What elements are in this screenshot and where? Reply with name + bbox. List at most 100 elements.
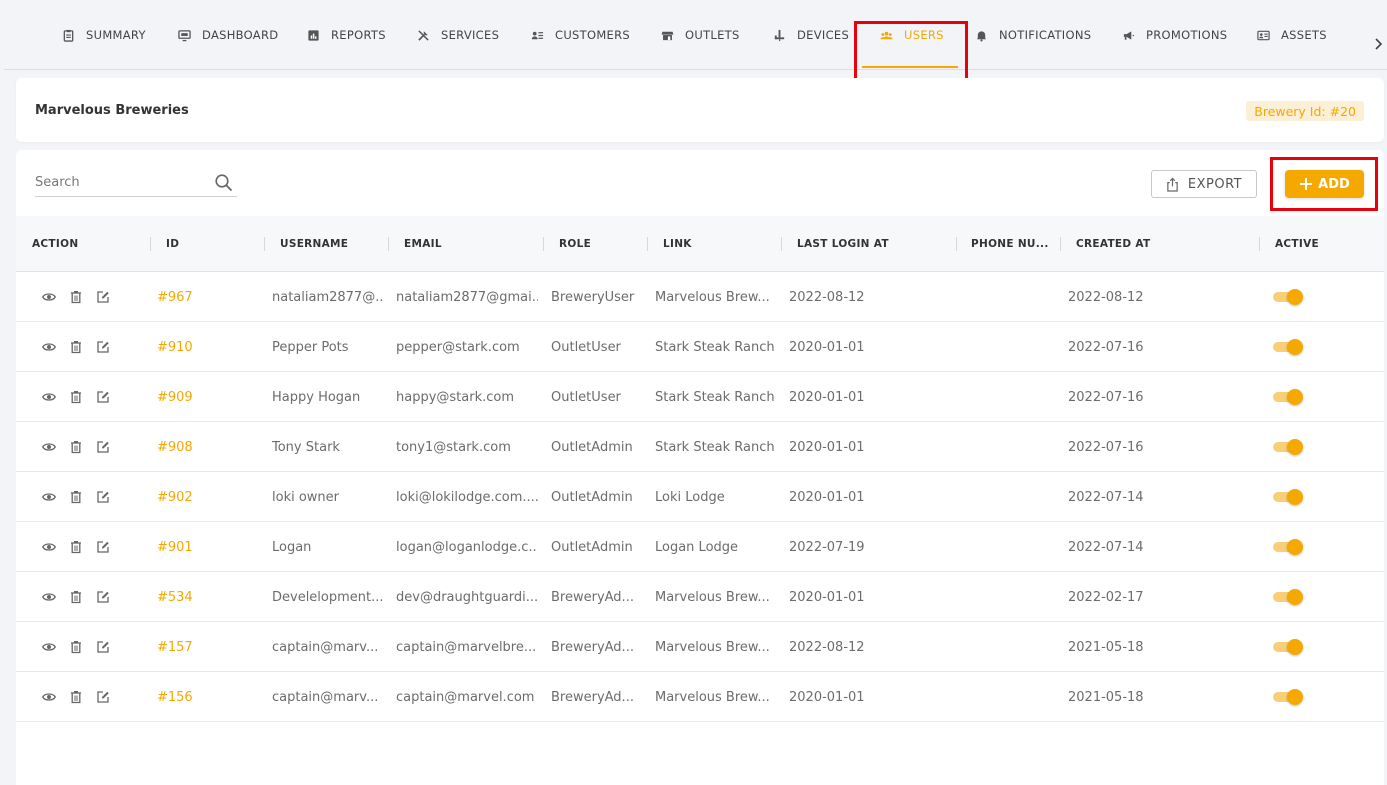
table-row[interactable]: #901 Logan logan@loganlodge.c... OutletAdmi… bbox=[16, 522, 1384, 572]
add-user-button[interactable]: ADD bbox=[1285, 170, 1364, 198]
column-header-email[interactable]: EMAIL bbox=[404, 216, 442, 272]
cell-user-id[interactable]: #967 bbox=[157, 272, 257, 322]
trash-icon[interactable] bbox=[69, 339, 83, 354]
tab-notifications[interactable]: NOTIFICATIONS bbox=[974, 0, 1091, 70]
cell-created-at: 2022-07-14 bbox=[1068, 489, 1144, 505]
column-header-phone[interactable]: PHONE NU... bbox=[971, 216, 1049, 272]
column-divider[interactable] bbox=[956, 237, 957, 251]
active-toggle[interactable] bbox=[1273, 339, 1303, 355]
edit-icon[interactable] bbox=[96, 639, 110, 653]
trash-icon[interactable] bbox=[69, 689, 83, 704]
trash-icon[interactable] bbox=[69, 289, 83, 304]
trash-icon[interactable] bbox=[69, 639, 83, 654]
column-divider[interactable] bbox=[1259, 237, 1260, 251]
trash-icon[interactable] bbox=[69, 389, 83, 404]
tab-services[interactable]: SERVICES bbox=[416, 0, 499, 70]
tab-summary[interactable]: SUMMARY bbox=[61, 0, 146, 70]
tab-promotions[interactable]: PROMOTIONS bbox=[1121, 0, 1227, 70]
eye-icon[interactable] bbox=[42, 539, 56, 553]
active-toggle[interactable] bbox=[1273, 639, 1303, 655]
trash-icon[interactable] bbox=[69, 539, 83, 554]
cell-user-id[interactable]: #902 bbox=[157, 472, 257, 522]
column-divider[interactable] bbox=[1060, 237, 1061, 251]
column-divider[interactable] bbox=[264, 237, 265, 251]
edit-icon[interactable] bbox=[96, 689, 110, 703]
cell-user-id[interactable]: #157 bbox=[157, 622, 257, 672]
search-input[interactable] bbox=[35, 175, 205, 190]
tab-devices[interactable]: DEVICES bbox=[772, 0, 849, 70]
edit-icon[interactable] bbox=[96, 289, 110, 303]
eye-icon[interactable] bbox=[42, 639, 56, 653]
edit-icon[interactable] bbox=[96, 539, 110, 553]
cell-user-id[interactable]: #910 bbox=[157, 322, 257, 372]
table-row[interactable]: #156 captain@marv... captain@marvel.com Bre… bbox=[16, 672, 1384, 722]
eye-icon[interactable] bbox=[42, 439, 56, 453]
edit-icon[interactable] bbox=[96, 489, 110, 503]
table-row[interactable]: #157 captain@marv... captain@marvelbre... B… bbox=[16, 622, 1384, 672]
cell-user-id[interactable]: #909 bbox=[157, 372, 257, 422]
trash-icon[interactable] bbox=[69, 589, 83, 604]
column-header-id[interactable]: ID bbox=[166, 216, 179, 272]
tab-dashboard[interactable]: DASHBOARD bbox=[177, 0, 278, 70]
users-icon bbox=[879, 28, 893, 42]
cell-phone bbox=[963, 372, 1053, 422]
cell-user-id[interactable]: #156 bbox=[157, 672, 257, 722]
active-toggle[interactable] bbox=[1273, 539, 1303, 555]
column-header-created-at[interactable]: CREATED AT bbox=[1076, 216, 1150, 272]
tab-services-label: SERVICES bbox=[441, 28, 500, 42]
column-divider[interactable] bbox=[150, 237, 151, 251]
table-header: ACTION ID USERNAME EMAIL ROLE LINK LAST … bbox=[16, 216, 1384, 272]
clipboard-icon bbox=[61, 28, 75, 42]
eye-icon[interactable] bbox=[42, 489, 56, 503]
table-row[interactable]: #908 Tony Stark tony1@stark.com OutletAdmin… bbox=[16, 422, 1384, 472]
search-icon[interactable] bbox=[214, 173, 234, 193]
cell-user-id[interactable]: #908 bbox=[157, 422, 257, 472]
table-row[interactable]: #910 Pepper Pots pepper@stark.com OutletUse… bbox=[16, 322, 1384, 372]
edit-icon[interactable] bbox=[96, 389, 110, 403]
tab-reports[interactable]: REPORTS bbox=[306, 0, 386, 70]
chevron-right-icon[interactable] bbox=[1373, 36, 1383, 52]
users-table-card: EXPORT ADD ACTION ID USERNAME EMAIL ROLE… bbox=[16, 150, 1384, 785]
eye-icon[interactable] bbox=[42, 589, 56, 603]
tab-customers[interactable]: CUSTOMERS bbox=[530, 0, 630, 70]
table-row[interactable]: #967 nataliam2877@... nataliam2877@gmai...… bbox=[16, 272, 1384, 322]
export-button[interactable]: EXPORT bbox=[1151, 170, 1257, 198]
column-divider[interactable] bbox=[781, 237, 782, 251]
active-toggle[interactable] bbox=[1273, 389, 1303, 405]
cell-created-at: 2022-07-16 bbox=[1068, 389, 1144, 405]
eye-icon[interactable] bbox=[42, 689, 56, 703]
active-toggle[interactable] bbox=[1273, 289, 1303, 305]
column-header-link[interactable]: LINK bbox=[663, 216, 692, 272]
cell-link: Marvelous Brew... bbox=[655, 689, 770, 705]
cell-user-id[interactable]: #534 bbox=[157, 572, 257, 622]
bell-icon bbox=[974, 28, 988, 42]
column-divider[interactable] bbox=[647, 237, 648, 251]
active-toggle[interactable] bbox=[1273, 689, 1303, 705]
tab-users[interactable]: USERS bbox=[879, 0, 944, 70]
trash-icon[interactable] bbox=[69, 439, 83, 454]
active-toggle[interactable] bbox=[1273, 589, 1303, 605]
eye-icon[interactable] bbox=[42, 339, 56, 353]
edit-icon[interactable] bbox=[96, 339, 110, 353]
column-header-action: ACTION bbox=[32, 238, 79, 250]
table-row[interactable]: #909 Happy Hogan happy@stark.com OutletUser… bbox=[16, 372, 1384, 422]
table-row[interactable]: #534 Develelopment... dev@draughtguardi...… bbox=[16, 572, 1384, 622]
edit-icon[interactable] bbox=[96, 439, 110, 453]
tab-outlets[interactable]: OUTLETS bbox=[660, 0, 740, 70]
column-header-role[interactable]: ROLE bbox=[559, 216, 591, 272]
edit-icon[interactable] bbox=[96, 589, 110, 603]
trash-icon[interactable] bbox=[69, 489, 83, 504]
active-toggle[interactable] bbox=[1273, 439, 1303, 455]
column-header-username[interactable]: USERNAME bbox=[280, 216, 348, 272]
tab-assets[interactable]: ASSETS bbox=[1256, 0, 1327, 70]
column-divider[interactable] bbox=[543, 237, 544, 251]
column-divider[interactable] bbox=[388, 237, 389, 251]
active-toggle[interactable] bbox=[1273, 489, 1303, 505]
column-header-active[interactable]: ACTIVE bbox=[1275, 216, 1319, 272]
eye-icon[interactable] bbox=[42, 389, 56, 403]
eye-icon[interactable] bbox=[42, 289, 56, 303]
cell-phone bbox=[963, 622, 1053, 672]
cell-user-id[interactable]: #901 bbox=[157, 522, 257, 572]
table-row[interactable]: #902 loki owner loki@lokilodge.com.... Outl… bbox=[16, 472, 1384, 522]
column-header-last-login[interactable]: LAST LOGIN AT bbox=[797, 216, 889, 272]
